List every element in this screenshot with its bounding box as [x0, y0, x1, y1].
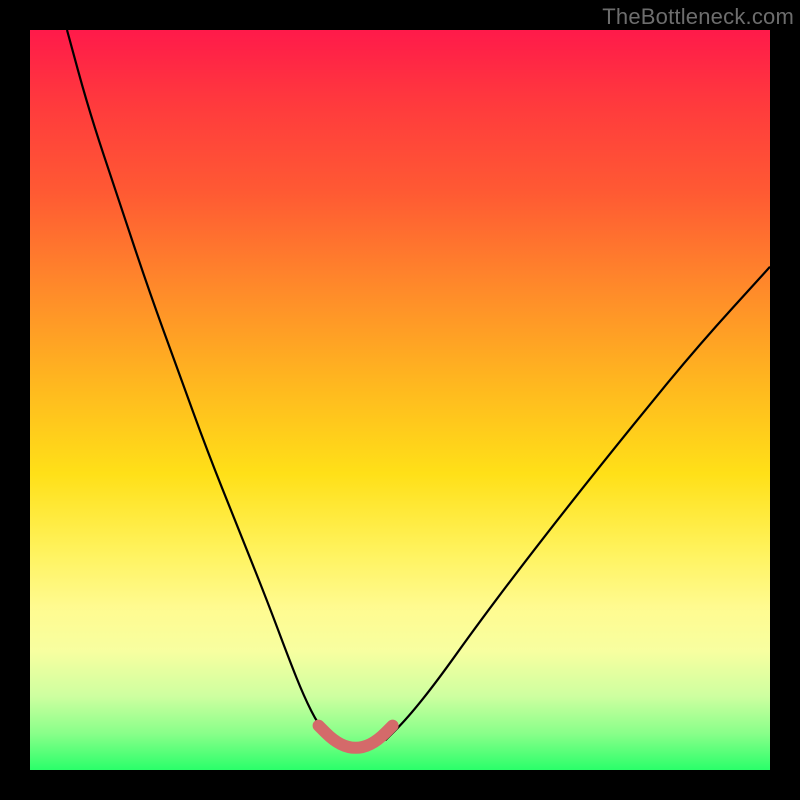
series-valley-highlight — [319, 726, 393, 748]
plot-area — [30, 30, 770, 770]
curve-svg — [30, 30, 770, 770]
series-left-branch — [67, 30, 333, 740]
chart-frame: TheBottleneck.com — [0, 0, 800, 800]
series-right-branch — [385, 267, 770, 741]
watermark-label: TheBottleneck.com — [602, 4, 794, 30]
